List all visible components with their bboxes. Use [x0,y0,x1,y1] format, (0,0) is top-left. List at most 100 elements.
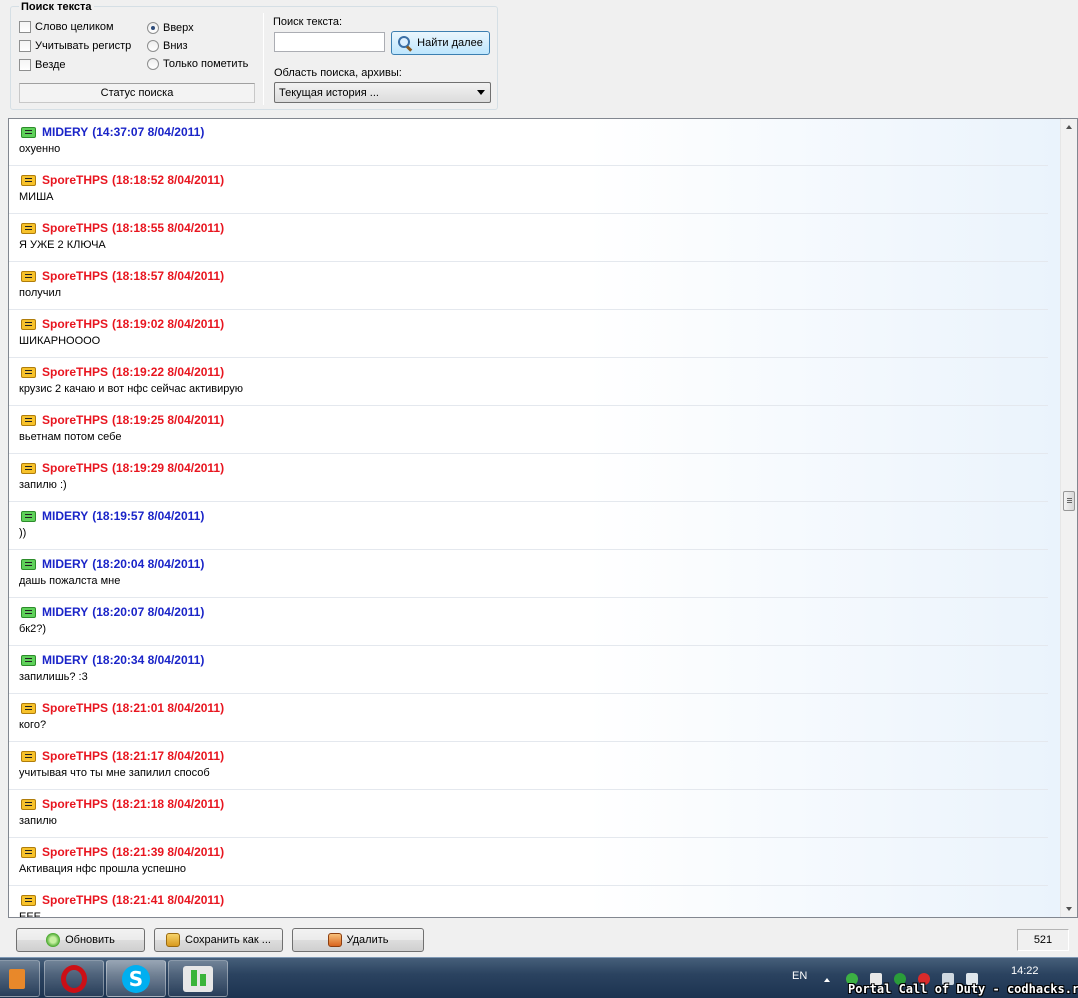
taskbar-qip[interactable] [168,960,228,997]
save-as-label: Сохранить как ... [185,934,271,946]
message-text: учитывая что ты мне запилил способ [19,767,210,779]
message-time: (18:18:52 8/04/2011) [112,173,225,187]
message-sender: SporeTHPS [42,845,109,859]
search-panel: Поиск текста Слово целиком Учитывать рег… [10,1,498,110]
taskbar-app-partial[interactable] [0,960,40,997]
radio-dot[interactable] [147,40,159,52]
message-row: SporeTHPS (18:19:02 8/04/2011) ШИКАРНОООО [9,310,1048,358]
qip-icon [183,965,213,992]
message-sender: SporeTHPS [42,221,109,235]
message-text: бк2?) [19,623,47,635]
message-time: (18:18:55 8/04/2011) [112,221,225,235]
message-text: дашь пожалста мне [19,575,121,587]
message-count-value: 521 [1033,934,1053,946]
message-header: SporeTHPS (18:19:25 8/04/2011) [21,413,224,427]
message-text: запилишь? :3 [19,671,88,683]
message-icon [21,558,36,570]
find-next-label: Найти далее [417,37,483,49]
message-sender: MIDERY [42,557,89,571]
message-header: SporeTHPS (18:18:55 8/04/2011) [21,221,224,235]
taskbar-skype[interactable]: S [106,960,166,997]
message-row: MIDERY (18:20:07 8/04/2011) бк2?) [9,598,1048,646]
message-row: SporeTHPS (18:18:57 8/04/2011) получил [9,262,1048,310]
delete-icon [327,933,342,947]
message-sender: MIDERY [42,653,89,667]
message-header: MIDERY (18:19:57 8/04/2011) [21,509,204,523]
message-text: кого? [19,719,47,731]
chevron-down-icon [477,90,485,95]
message-row: SporeTHPS (18:19:22 8/04/2011) крузис 2 ка… [9,358,1048,406]
message-icon [21,798,36,810]
checkbox-box[interactable] [19,40,31,52]
message-count: 521 [1017,929,1069,951]
mark-only-radio[interactable]: Только пометить [147,58,248,70]
message-time: (18:21:39 8/04/2011) [112,845,225,859]
message-sender: SporeTHPS [42,269,109,283]
scroll-thumb[interactable] [1063,491,1075,511]
checkbox-box[interactable] [19,21,31,33]
message-sender: SporeTHPS [42,413,109,427]
search-input[interactable] [274,32,385,52]
scroll-down-icon[interactable] [1066,907,1072,911]
whole-word-checkbox[interactable]: Слово целиком [19,21,114,33]
skype-icon: S [122,964,150,993]
message-row: SporeTHPS (18:21:41 8/04/2011) ЕЕЕ [9,886,1048,917]
message-icon [21,174,36,186]
message-time: (18:19:02 8/04/2011) [112,317,225,331]
checkbox-box[interactable] [19,59,31,71]
message-sender: SporeTHPS [42,461,109,475]
message-header: SporeTHPS (18:18:52 8/04/2011) [21,173,224,187]
direction-up-radio[interactable]: Вверх [147,22,194,34]
message-icon [21,606,36,618]
message-sender: SporeTHPS [42,893,109,907]
direction-down-radio[interactable]: Вниз [147,40,188,52]
show-hidden-icons-icon[interactable] [824,978,830,982]
message-list: MIDERY (14:37:07 8/04/2011) охуенно SporeTH… [9,119,1060,917]
message-text: запилю :) [19,479,67,491]
message-row: SporeTHPS (18:21:01 8/04/2011) кого? [9,694,1048,742]
radio-dot[interactable] [147,22,159,34]
message-sender: MIDERY [42,509,89,523]
message-time: (18:19:57 8/04/2011) [92,509,205,523]
scroll-up-icon[interactable] [1066,125,1072,129]
find-next-button[interactable]: Найти далее [391,31,490,55]
message-text: Активация нфс прошла успешно [19,863,187,875]
message-text: МИША [19,191,54,203]
radio-dot[interactable] [147,58,159,70]
message-time: (18:19:22 8/04/2011) [112,365,225,379]
message-time: (18:21:01 8/04/2011) [112,701,225,715]
clock[interactable]: 14:22 [1011,965,1039,977]
message-time: (18:19:29 8/04/2011) [112,461,225,475]
delete-button[interactable]: Удалить [292,928,424,952]
search-status: Статус поиска [19,83,255,103]
refresh-button[interactable]: Обновить [16,928,145,952]
message-icon [21,270,36,282]
message-sender: SporeTHPS [42,797,109,811]
message-row: SporeTHPS (18:21:17 8/04/2011) учитывая чт… [9,742,1048,790]
message-time: (18:19:25 8/04/2011) [112,413,225,427]
save-as-button[interactable]: Сохранить как ... [154,928,283,952]
message-row: MIDERY (18:20:04 8/04/2011) дашь пожалста … [9,550,1048,598]
message-icon [21,750,36,762]
everywhere-checkbox[interactable]: Везде [19,59,66,71]
message-sender: SporeTHPS [42,701,109,715]
vertical-scrollbar[interactable] [1060,119,1077,917]
message-header: SporeTHPS (18:21:41 8/04/2011) [21,893,224,907]
taskbar-opera[interactable] [44,960,104,997]
search-scope-dropdown[interactable]: Текущая история ... [274,82,491,103]
message-icon [21,462,36,474]
message-row: MIDERY (14:37:07 8/04/2011) охуенно [9,119,1048,166]
message-row: MIDERY (18:20:34 8/04/2011) запилишь? :3 [9,646,1048,694]
language-indicator[interactable]: EN [792,970,807,982]
message-header: SporeTHPS (18:21:18 8/04/2011) [21,797,224,811]
message-time: (18:18:57 8/04/2011) [112,269,225,283]
match-case-checkbox[interactable]: Учитывать регистр [19,40,131,52]
panel-divider [263,13,264,105]
message-history[interactable]: MIDERY (14:37:07 8/04/2011) охуенно SporeTH… [8,118,1078,918]
message-text: запилю [19,815,57,827]
message-text: ШИКАРНОООО [19,335,101,347]
everywhere-label: Везде [35,59,66,71]
message-header: SporeTHPS (18:21:17 8/04/2011) [21,749,224,763]
message-time: (18:20:07 8/04/2011) [92,605,205,619]
message-icon [21,126,36,138]
